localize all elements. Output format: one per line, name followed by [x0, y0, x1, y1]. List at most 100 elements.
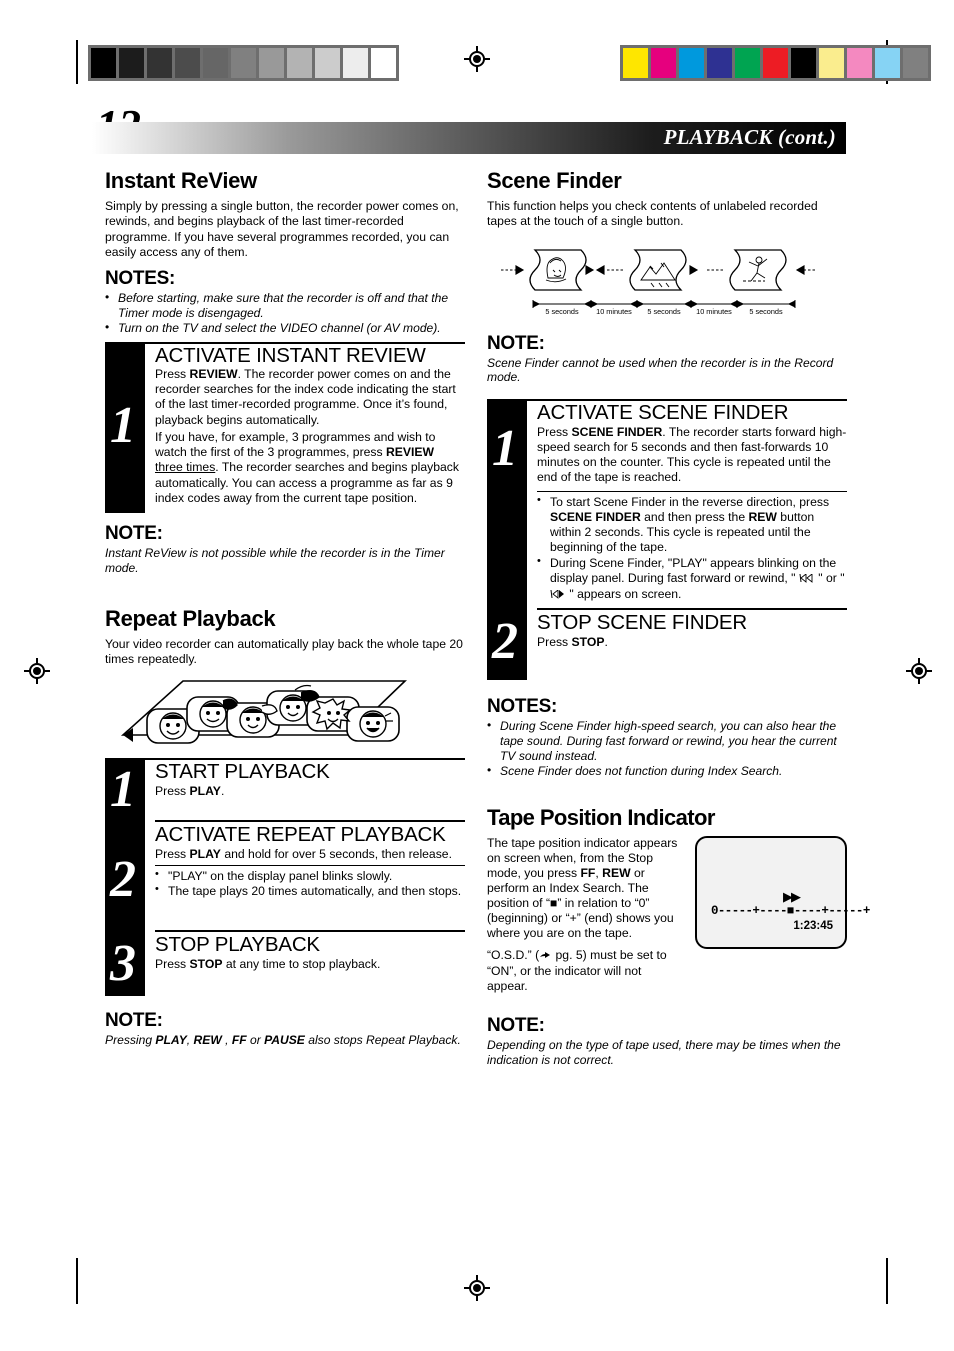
step-number: 3 [110, 935, 136, 993]
scene-finder-note: Scene Finder cannot be used when the rec… [487, 355, 834, 385]
step-content: ACTIVATE SCENE FINDER Press SCENE FINDER… [531, 401, 847, 608]
instant-review-notes-heading: NOTES: [105, 268, 175, 289]
calibration-swatch [651, 48, 676, 78]
instant-review-heading: Instant ReView [105, 168, 257, 193]
tpi-note-heading: NOTE: [487, 1014, 545, 1036]
scene-finder-notes-list: During Scene Finder high-speed search, y… [487, 718, 847, 779]
step-number: 2 [110, 851, 136, 909]
step-divider [155, 820, 465, 823]
registration-mark-left [24, 658, 50, 684]
sub-divider [537, 490, 847, 492]
step-number: 1 [492, 420, 518, 478]
step-paragraph: Press STOP. [537, 634, 608, 649]
calibration-swatch [119, 48, 144, 78]
step-number-band: 1 [105, 760, 145, 821]
rewind-glyph [550, 588, 566, 603]
step-bullets: "PLAY" on the display panel blinks slowl… [155, 868, 465, 900]
tape-position-indicator-text: The tape position indicator appears on s… [487, 836, 685, 1001]
calibration-swatch [287, 48, 312, 78]
calibration-swatch [343, 48, 368, 78]
step-paragraph-2: If you have, for example, 3 programmes a… [155, 429, 459, 505]
step-title: ACTIVATE SCENE FINDER [537, 401, 789, 425]
instant-review-steps: 1 ACTIVATE INSTANT REVIEW Press REVIEW. … [105, 341, 465, 514]
left-column: Instant ReView Simply by pressing a sing… [105, 168, 465, 1048]
sub-divider [155, 865, 465, 866]
step-start-playback: 1 START PLAYBACK Press PLAY. [105, 760, 465, 821]
calibration-swatch [791, 48, 816, 78]
calibration-swatch [175, 48, 200, 78]
instant-review-intro: Simply by pressing a single button, the … [105, 199, 459, 259]
section-header-title: PLAYBACK (cont.) [663, 125, 836, 149]
tape-counter-time: 1:23:45 [793, 919, 833, 932]
step-paragraph: Press PLAY and hold for over 5 seconds, … [155, 846, 452, 861]
tpi-note: Depending on the type of tape used, ther… [487, 1037, 841, 1067]
step-number: 1 [110, 396, 136, 454]
calibration-swatch [763, 48, 788, 78]
calibration-swatch [847, 48, 872, 78]
bullet-item: "PLAY" on the display panel blinks slowl… [155, 868, 465, 884]
step-number: 1 [110, 761, 136, 819]
registration-mark-bottom [464, 1275, 490, 1301]
calibration-swatch [147, 48, 172, 78]
step-title: START PLAYBACK [155, 760, 330, 784]
instant-review-note-heading: NOTE: [105, 523, 163, 545]
tv-screen-preview: ▶▶ 0-----+----■----+-----+ 1:23:45 [695, 835, 870, 949]
tape-position-indicator-body: The tape position indicator appears on s… [487, 835, 870, 1001]
repeat-loop-illustration [105, 673, 465, 752]
step-stop-playback: 3 STOP PLAYBACK Press STOP at any time t… [105, 930, 465, 997]
calibration-swatch [203, 48, 228, 78]
note-item: Before starting, make sure that the reco… [105, 290, 465, 321]
step-paragraph: Press PLAY. [155, 783, 225, 798]
color-control-bar [620, 45, 931, 81]
step-content: ACTIVATE INSTANT REVIEW Press REVIEW. Th… [149, 344, 465, 514]
timeline-label: on counter [597, 315, 632, 316]
step-number-band: 1 [487, 401, 527, 609]
tape-position-indicator-heading: Tape Position Indicator [487, 804, 715, 830]
step-title: STOP PLAYBACK [155, 933, 320, 957]
scene-finder-note-heading: NOTE: [487, 332, 545, 354]
step-number-band: 2 [105, 820, 145, 931]
step-paragraph: Press STOP at any time to stop playback. [155, 956, 381, 971]
calibration-swatch [707, 48, 732, 78]
calibration-swatch [735, 48, 760, 78]
calibration-swatch [819, 48, 844, 78]
repeat-playback-steps: 1 START PLAYBACK Press PLAY. 2 ACTIVATE … [105, 758, 465, 997]
right-column: Scene Finder This function helps you che… [487, 168, 870, 1068]
repeat-playback-intro: Your video recorder can automatically pl… [105, 636, 463, 667]
step-number-band: 3 [105, 930, 145, 997]
step-title: ACTIVATE INSTANT REVIEW [155, 343, 426, 367]
step-number: 2 [492, 613, 518, 671]
step-paragraph: Press SCENE FINDER. The recorder starts … [537, 424, 847, 485]
step-activate-instant-review: 1 ACTIVATE INSTANT REVIEW Press REVIEW. … [105, 343, 465, 514]
step-activate-repeat-playback: 2 ACTIVATE REPEAT PLAYBACK Press PLAY an… [105, 820, 465, 931]
grayscale-step-wedge [88, 45, 399, 81]
step-activate-scene-finder: 1 ACTIVATE SCENE FINDER Press SCENE FIND… [487, 401, 847, 609]
pointing-hand-icon [539, 949, 552, 964]
timeline-label: on counter [697, 315, 732, 316]
step-number-band: 1 [105, 343, 145, 514]
section-header-bar: PLAYBACK (cont.) [92, 122, 846, 154]
tape-position-track: 0-----+----■----+-----+ [711, 903, 870, 918]
tpi-paragraph-2: “O.S.D.” ( pg. 5) must be set to “ON”, o… [487, 947, 667, 993]
step-bullets: To start Scene Finder in the reverse dir… [537, 494, 847, 604]
trim-line-bottom-right [886, 1258, 888, 1304]
instant-review-notes-list: Before starting, make sure that the reco… [105, 290, 465, 336]
calibration-swatch [903, 48, 928, 78]
timeline-label: 5 seconds [545, 307, 579, 316]
scene-finder-timeline: 5 seconds 10 minutes on counter 5 second… [487, 238, 847, 324]
instant-review-note: Instant ReView is not possible while the… [105, 546, 445, 576]
step-content: STOP SCENE FINDER Press STOP. [531, 608, 847, 680]
step-content: STOP PLAYBACK Press STOP at any time to … [149, 930, 465, 996]
step-content: START PLAYBACK Press PLAY. [149, 760, 465, 820]
step-title: STOP SCENE FINDER [537, 611, 747, 635]
calibration-swatch [315, 48, 340, 78]
note-item: During Scene Finder high-speed search, y… [487, 718, 847, 764]
step-divider [155, 930, 465, 933]
calibration-swatch [259, 48, 284, 78]
registration-mark-top [464, 46, 490, 72]
scene-finder-steps: 1 ACTIVATE SCENE FINDER Press SCENE FIND… [487, 399, 847, 681]
calibration-swatch [679, 48, 704, 78]
ff-indicator: ▶▶ [783, 888, 801, 904]
step-paragraph-1: Press REVIEW. The recorder power comes o… [155, 366, 456, 427]
repeat-playback-note-heading: NOTE: [105, 1010, 163, 1032]
